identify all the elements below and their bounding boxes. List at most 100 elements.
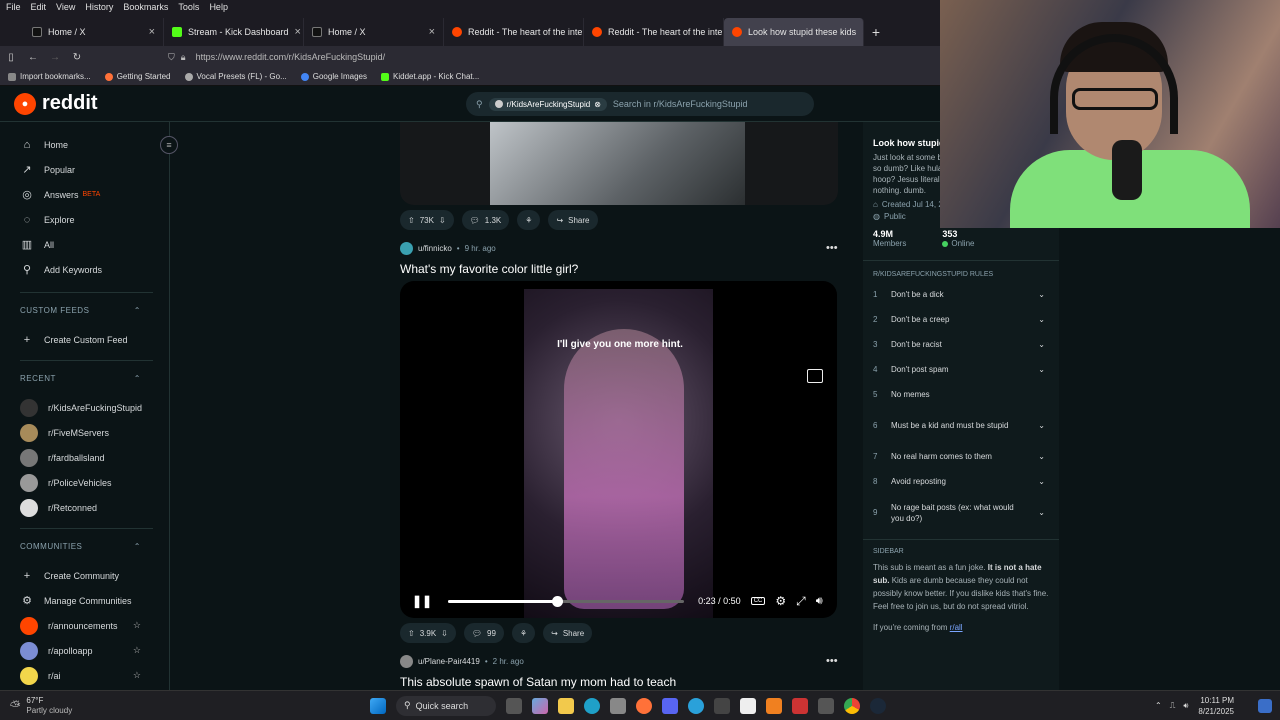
copilot-icon[interactable] (532, 697, 548, 714)
r-all-link[interactable]: r/all (950, 623, 963, 632)
menu-file[interactable]: File (6, 2, 21, 12)
bookmark-item[interactable]: Vocal Presets (FL) - Go... (184, 72, 287, 81)
menu-help[interactable]: Help (209, 2, 228, 12)
recent-item[interactable]: r/PoliceVehicles (20, 470, 169, 495)
bookmark-item[interactable]: Google Images (300, 72, 367, 81)
windows-start-icon[interactable] (370, 697, 386, 714)
vlc-icon[interactable] (766, 697, 782, 714)
communities-heading[interactable]: COMMUNITIES ⌃ (20, 529, 169, 563)
pause-icon[interactable]: ❚❚ (412, 594, 432, 608)
comments-button[interactable]: 💬︎ 1.3K (461, 210, 510, 230)
create-custom-feed-button[interactable]: + Create Custom Feed (20, 327, 169, 352)
recent-heading[interactable]: RECENT ⌃ (20, 361, 169, 395)
rule-item[interactable]: 3 Don't be racist ⌄ (863, 332, 1059, 357)
new-tab-button[interactable]: + (864, 24, 888, 46)
app-icon[interactable] (792, 697, 808, 714)
notification-icon[interactable] (1258, 698, 1272, 713)
url-bar[interactable]: ⛉ 🔒︎ https://www.reddit.com/r/KidsAreFuc… (158, 48, 858, 66)
browser-tab[interactable]: Reddit - The heart of the interne× (444, 18, 584, 46)
downvote-icon[interactable]: ⇩ (439, 216, 446, 225)
award-button[interactable]: ⚘ (511, 623, 536, 643)
telegram-icon[interactable] (688, 697, 704, 714)
close-tab-icon[interactable]: × (429, 26, 435, 38)
menu-edit[interactable]: Edit (31, 2, 47, 12)
video-progress-bar[interactable] (448, 595, 685, 607)
firefox-icon[interactable] (636, 697, 652, 714)
reddit-logo[interactable]: ● reddit (14, 92, 98, 115)
downvote-icon[interactable]: ⇩ (441, 629, 448, 638)
network-icon[interactable]: ⎍ (1170, 701, 1176, 711)
discord-icon[interactable] (662, 697, 678, 714)
post-title[interactable]: What's my favorite color little girl? (400, 262, 578, 276)
capcut-icon[interactable] (740, 697, 756, 714)
store-icon[interactable] (610, 697, 626, 714)
rule-item[interactable]: 8 Avoid reposting ⌄ (863, 469, 1059, 494)
more-options-icon[interactable]: ••• (826, 242, 838, 254)
vote-buttons[interactable]: ⇧ 73K ⇩ (400, 210, 454, 230)
post-author[interactable]: u/finnicko (418, 244, 452, 253)
recent-item[interactable]: r/Retconned (20, 495, 169, 520)
video-scrubber-handle[interactable] (551, 595, 563, 607)
sidebar-toggle-icon[interactable]: ▯ (0, 52, 22, 63)
sidebar-item-answers[interactable]: ◎ Answers BETA (20, 182, 169, 207)
browser-tab[interactable]: Stream - Kick Dashboard × (164, 18, 304, 46)
star-icon[interactable]: ☆ (133, 620, 141, 631)
share-button[interactable]: ↪ Share (543, 623, 593, 643)
star-icon[interactable]: ☆ (133, 670, 141, 681)
sidebar-item-add-keywords[interactable]: ⚲ Add Keywords (20, 257, 169, 282)
comments-button[interactable]: 💬︎ 99 (463, 623, 504, 643)
browser-tab[interactable]: Home / X × (304, 18, 444, 46)
share-button[interactable]: ↪ Share (548, 210, 598, 230)
rockstar-icon[interactable] (714, 697, 730, 714)
bookmark-item[interactable]: Getting Started (104, 72, 171, 81)
next-post-title[interactable]: This absolute spawn of Satan my mom had … (400, 675, 676, 689)
recent-item[interactable]: r/FiveMServers (20, 420, 169, 445)
user-avatar[interactable] (400, 655, 413, 668)
vote-buttons[interactable]: ⇧ 3.9K ⇩ (400, 623, 456, 643)
sidebar-item-explore[interactable]: ◌ Explore (20, 207, 169, 232)
recent-item[interactable]: r/KidsAreFuckingStupid (20, 395, 169, 420)
edge-icon[interactable] (584, 697, 600, 714)
fullscreen-icon[interactable]: ⤢ (796, 594, 806, 609)
settings-gear-icon[interactable]: ⚙ (775, 594, 786, 608)
chevron-up-icon[interactable]: ⌃ (1155, 701, 1162, 711)
search-community-chip[interactable]: r/KidsAreFuckingStupid ⊗ (488, 97, 607, 111)
browser-tab[interactable]: Reddit - The heart of the interne× (584, 18, 724, 46)
back-button[interactable]: ← (22, 52, 44, 63)
post-author[interactable]: u/Plane-Pair4419 (418, 657, 480, 666)
volume-icon[interactable]: 🔊︎ (816, 595, 823, 608)
menu-tools[interactable]: Tools (178, 2, 199, 12)
rule-item[interactable]: 7 No real harm comes to them ⌄ (863, 444, 1059, 469)
more-options-icon[interactable]: ••• (826, 655, 838, 667)
upvote-icon[interactable]: ⇧ (408, 216, 415, 225)
menu-view[interactable]: View (56, 2, 75, 12)
clock[interactable]: 10:11 PM 8/21/2025 (1198, 695, 1234, 717)
chrome-icon[interactable] (844, 697, 860, 714)
close-tab-icon[interactable]: × (149, 26, 155, 38)
clear-chip-icon[interactable]: ⊗ (594, 100, 601, 109)
user-avatar[interactable] (400, 242, 413, 255)
collapse-sidebar-button[interactable]: ≡ (160, 136, 178, 154)
rule-item[interactable]: 6 Must be a kid and must be stupid ⌄ (863, 407, 1059, 444)
reload-button[interactable]: ↻ (66, 52, 88, 63)
recent-item[interactable]: r/fardballsland (20, 445, 169, 470)
captions-icon[interactable]: CC (750, 597, 766, 605)
community-item[interactable]: r/apolloapp ☆ (20, 638, 169, 663)
picture-in-picture-icon[interactable] (807, 369, 823, 383)
award-button[interactable]: ⚘ (517, 210, 541, 230)
sidebar-item-all[interactable]: ▥ All (20, 232, 169, 257)
video-player[interactable]: I'll give you one more hint. ❚❚ 0:23 / 0… (400, 281, 837, 618)
task-view-icon[interactable] (506, 697, 522, 714)
forward-button[interactable]: → (44, 52, 66, 63)
bookmark-item[interactable]: Kiddet.app - Kick Chat... (381, 72, 479, 81)
file-explorer-icon[interactable] (558, 697, 574, 714)
rule-item[interactable]: 9 No rage bait posts (ex: what would you … (863, 494, 1059, 531)
sidebar-item-popular[interactable]: ↗ Popular (20, 157, 169, 182)
sidebar-item-home[interactable]: ⌂ Home (20, 132, 169, 157)
rule-item[interactable]: 5 No memes (863, 382, 1059, 407)
close-tab-icon[interactable]: × (295, 26, 301, 38)
star-icon[interactable]: ☆ (133, 645, 141, 656)
weather-widget[interactable]: ⛅︎ 67°F Partly cloudy (10, 696, 130, 716)
bookmark-item[interactable]: Import bookmarks... (8, 72, 91, 81)
community-item[interactable]: r/announcements ☆ (20, 613, 169, 638)
